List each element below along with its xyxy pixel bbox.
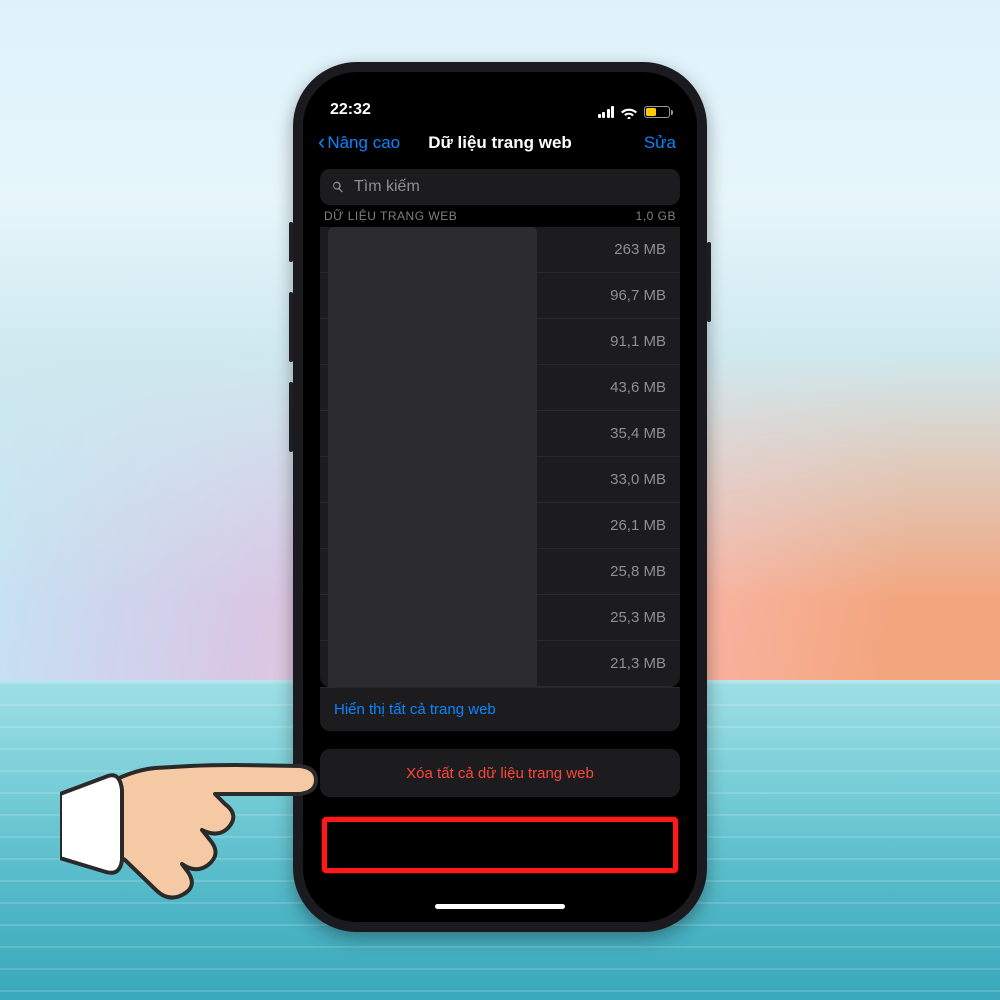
- search-placeholder: Tìm kiếm: [354, 178, 420, 196]
- show-all-websites-button[interactable]: Hiển thị tất cả trang web: [320, 687, 680, 731]
- status-time: 22:32: [330, 101, 371, 119]
- list-item[interactable]: 25,3 MB: [320, 595, 680, 641]
- list-item[interactable]: 263 MB: [320, 227, 680, 273]
- show-all-label: Hiển thị tất cả trang web: [334, 701, 496, 718]
- mute-switch: [289, 222, 293, 262]
- cellular-signal-icon: [598, 106, 615, 118]
- list-item[interactable]: 96,7 MB: [320, 273, 680, 319]
- data-size: 25,8 MB: [610, 563, 666, 580]
- data-size: 35,4 MB: [610, 425, 666, 442]
- battery-fill-low-power: [646, 108, 656, 116]
- section-header-label: DỮ LIỆU TRANG WEB: [324, 209, 457, 223]
- section-header-total: 1,0 GB: [636, 209, 676, 223]
- battery-icon: [644, 106, 670, 118]
- data-size: 263 MB: [614, 241, 666, 258]
- delete-section: Xóa tất cả dữ liệu trang web: [320, 749, 680, 797]
- list-item[interactable]: 25,8 MB: [320, 549, 680, 595]
- remove-all-website-data-button[interactable]: Xóa tất cả dữ liệu trang web: [320, 749, 680, 797]
- phone-screen: 22:32 ‹ Nâng cao Dữ liệu trang web Sửa T…: [308, 77, 692, 917]
- data-size: 25,3 MB: [610, 609, 666, 626]
- website-data-list[interactable]: 263 MB 96,7 MB 91,1 MB 43,6 MB 35,4 MB 3…: [320, 227, 680, 687]
- delete-label: Xóa tất cả dữ liệu trang web: [406, 765, 594, 782]
- data-size: 91,1 MB: [610, 333, 666, 350]
- notch: [410, 77, 590, 107]
- list-item[interactable]: 91,1 MB: [320, 319, 680, 365]
- nav-header: ‹ Nâng cao Dữ liệu trang web Sửa: [308, 121, 692, 165]
- side-button: [707, 242, 711, 322]
- back-label: Nâng cao: [327, 133, 400, 153]
- search-icon: [330, 179, 346, 195]
- wifi-icon: [620, 105, 638, 119]
- chevron-left-icon: ‹: [318, 131, 325, 153]
- list-item[interactable]: 43,6 MB: [320, 365, 680, 411]
- annotation-highlight: [322, 817, 678, 873]
- data-size: 43,6 MB: [610, 379, 666, 396]
- list-item[interactable]: 35,4 MB: [320, 411, 680, 457]
- home-indicator[interactable]: [435, 904, 565, 909]
- list-item[interactable]: 26,1 MB: [320, 503, 680, 549]
- phone-frame: 22:32 ‹ Nâng cao Dữ liệu trang web Sửa T…: [293, 62, 707, 932]
- data-size: 26,1 MB: [610, 517, 666, 534]
- edit-button[interactable]: Sửa: [644, 133, 676, 153]
- pointing-hand-icon: [60, 720, 320, 910]
- data-size: 96,7 MB: [610, 287, 666, 304]
- page-title: Dữ liệu trang web: [428, 133, 572, 153]
- status-icons: [598, 105, 671, 119]
- list-item[interactable]: 21,3 MB: [320, 641, 680, 687]
- data-size: 21,3 MB: [610, 655, 666, 672]
- back-button[interactable]: ‹ Nâng cao: [318, 133, 400, 153]
- list-item[interactable]: 33,0 MB: [320, 457, 680, 503]
- volume-up-button: [289, 292, 293, 362]
- section-header: DỮ LIỆU TRANG WEB 1,0 GB: [308, 201, 692, 227]
- search-field[interactable]: Tìm kiếm: [320, 169, 680, 205]
- volume-down-button: [289, 382, 293, 452]
- data-size: 33,0 MB: [610, 471, 666, 488]
